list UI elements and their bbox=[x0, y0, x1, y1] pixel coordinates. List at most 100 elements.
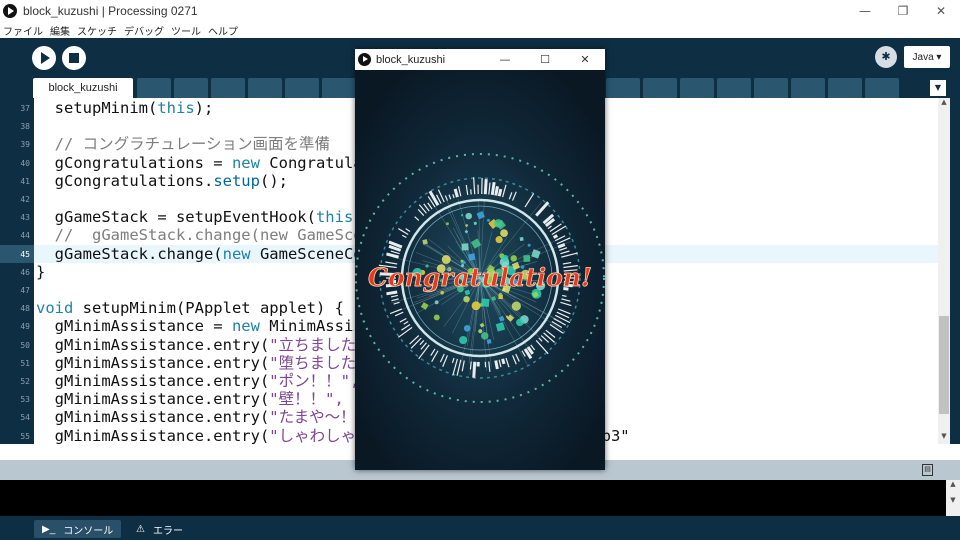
close-button[interactable]: ✕ bbox=[922, 0, 960, 22]
tick-mark bbox=[552, 234, 559, 239]
tab-placeholder bbox=[322, 78, 356, 98]
tick-mark bbox=[483, 179, 488, 195]
tab-console[interactable]: ▶_ コンソール bbox=[34, 520, 122, 538]
tab-placeholder bbox=[606, 78, 640, 98]
firework-particle bbox=[459, 336, 468, 345]
menu-edit[interactable]: 編集 bbox=[50, 23, 70, 38]
menu-debug[interactable]: デバッグ bbox=[124, 23, 164, 38]
code-token: gCongratulations = bbox=[36, 153, 232, 172]
code-token: this bbox=[157, 99, 195, 117]
line-number: 55 bbox=[20, 431, 30, 441]
minimize-button[interactable]: — bbox=[846, 0, 884, 22]
console-output[interactable] bbox=[0, 480, 946, 516]
code-line: gGameStack = setupEventHook(this); bbox=[36, 208, 372, 226]
tab-placeholder bbox=[137, 78, 171, 98]
code-token: new bbox=[222, 244, 251, 263]
firework-particle bbox=[445, 222, 449, 226]
code-token: } bbox=[36, 262, 46, 281]
code-token: gMinimAssistance.entry( bbox=[36, 426, 270, 444]
tab-placeholder bbox=[754, 78, 788, 98]
tab-errors[interactable]: ⚠ エラー bbox=[128, 520, 191, 538]
line-number-gutter: 37 38 39 40 41 42 43 44 45 46 47 48 49 50 51 52 53 54 55 bbox=[0, 98, 34, 444]
warning-icon: ⚠ bbox=[136, 523, 145, 535]
code-token: setupMinim(PApplet applet) { bbox=[73, 299, 344, 318]
line-number: 42 bbox=[20, 195, 30, 204]
firework-particle bbox=[463, 295, 470, 303]
line-number: 40 bbox=[20, 158, 30, 168]
tab-placeholder bbox=[174, 78, 208, 98]
sketch-canvas[interactable]: Congratulation! bbox=[355, 70, 605, 470]
window-title: block_kuzushi | Processing 0271 bbox=[23, 4, 198, 18]
firework-particle bbox=[461, 243, 469, 251]
tab-placeholder bbox=[285, 78, 319, 98]
menu-file[interactable]: ファイル bbox=[3, 23, 43, 38]
firework-particle bbox=[468, 253, 476, 261]
tab-placeholder bbox=[791, 78, 825, 98]
firework-particle bbox=[480, 332, 489, 340]
code-line: gCongratulations.setup(); bbox=[36, 172, 288, 190]
console-icon: ▶_ bbox=[42, 523, 56, 535]
firework-particle bbox=[510, 255, 517, 262]
line-number: 50 bbox=[20, 340, 30, 350]
code-token: this bbox=[315, 208, 354, 227]
firework-particle bbox=[498, 292, 503, 297]
menu-sketch[interactable]: スケッチ bbox=[77, 23, 117, 38]
debug-icon: ✱ bbox=[881, 50, 891, 63]
scroll-up-arrow-icon[interactable]: ▲ bbox=[938, 98, 950, 108]
stop-button[interactable] bbox=[62, 46, 86, 70]
line-number: 45 bbox=[20, 249, 30, 259]
editor-right-edge bbox=[950, 98, 960, 444]
code-token: new bbox=[231, 153, 260, 172]
tab-placeholder bbox=[643, 78, 677, 98]
tab-menu-button[interactable]: ▼ bbox=[930, 80, 946, 96]
firework-particle bbox=[460, 214, 464, 217]
firework-particle bbox=[465, 212, 472, 220]
line-number: 52 bbox=[20, 377, 30, 386]
code-token: (); bbox=[259, 171, 288, 190]
tick-mark bbox=[494, 186, 499, 196]
tick-mark bbox=[494, 360, 499, 370]
tab-block-kuzushi[interactable]: block_kuzushi bbox=[33, 78, 133, 98]
code-line: setupMinim(this); bbox=[36, 99, 214, 117]
firework-particle bbox=[434, 300, 439, 305]
chevron-down-icon: ▼ bbox=[934, 83, 942, 92]
editor-scroll-thumb[interactable] bbox=[939, 316, 949, 414]
sketch-minimize-button[interactable]: — bbox=[485, 49, 525, 70]
code-token: ); bbox=[194, 99, 214, 117]
congratulation-banner: Congratulation! bbox=[368, 263, 592, 292]
sketch-close-button[interactable]: ✕ bbox=[565, 49, 605, 70]
sketch-window: block_kuzushi — ☐ ✕ Congratulation! bbox=[355, 49, 605, 470]
firework-particle bbox=[519, 237, 524, 242]
firework-particle bbox=[495, 236, 503, 244]
firework-particle bbox=[523, 255, 531, 262]
menu-bar: ファイル 編集 スケッチ デバッグ ツール ヘルプ bbox=[0, 22, 960, 38]
debugger-toggle-button[interactable]: ✱ bbox=[875, 46, 897, 68]
tick-mark bbox=[386, 290, 398, 296]
tick-mark bbox=[472, 361, 477, 378]
restore-button[interactable]: ❐ bbox=[884, 0, 922, 22]
mode-selector[interactable]: Java ▾ bbox=[904, 46, 950, 68]
line-number: 48 bbox=[20, 304, 30, 314]
copy-console-icon[interactable]: ▤ bbox=[922, 464, 933, 476]
firework-particle bbox=[486, 339, 492, 344]
menu-tools[interactable]: ツール bbox=[171, 23, 201, 38]
console-scrollbar[interactable]: ▲ ▼ bbox=[946, 480, 960, 516]
code-token: setupMinim( bbox=[36, 99, 158, 117]
tab-placeholder bbox=[248, 78, 282, 98]
title-bar: block_kuzushi | Processing 0271 — ❐ ✕ bbox=[0, 0, 960, 22]
firework-particle bbox=[433, 314, 440, 321]
code-token: gMinimAssistance.entry( bbox=[36, 353, 270, 372]
code-token: // コングラチュレーション画面を準備 bbox=[36, 135, 331, 154]
tab-placeholder bbox=[828, 78, 862, 98]
tab-errors-label: エラー bbox=[152, 525, 183, 537]
sketch-maximize-button[interactable]: ☐ bbox=[525, 49, 565, 70]
scroll-down-arrow-icon[interactable]: ▼ bbox=[938, 432, 950, 442]
line-number: 47 bbox=[20, 286, 30, 295]
line-number: 54 bbox=[20, 413, 30, 423]
run-button[interactable] bbox=[32, 46, 56, 70]
sketch-title-bar: block_kuzushi — ☐ ✕ bbox=[355, 49, 605, 70]
menu-help[interactable]: ヘルプ bbox=[208, 23, 238, 38]
line-number: 51 bbox=[20, 358, 30, 368]
code-line: } bbox=[36, 263, 45, 281]
firework-particle bbox=[527, 243, 531, 247]
